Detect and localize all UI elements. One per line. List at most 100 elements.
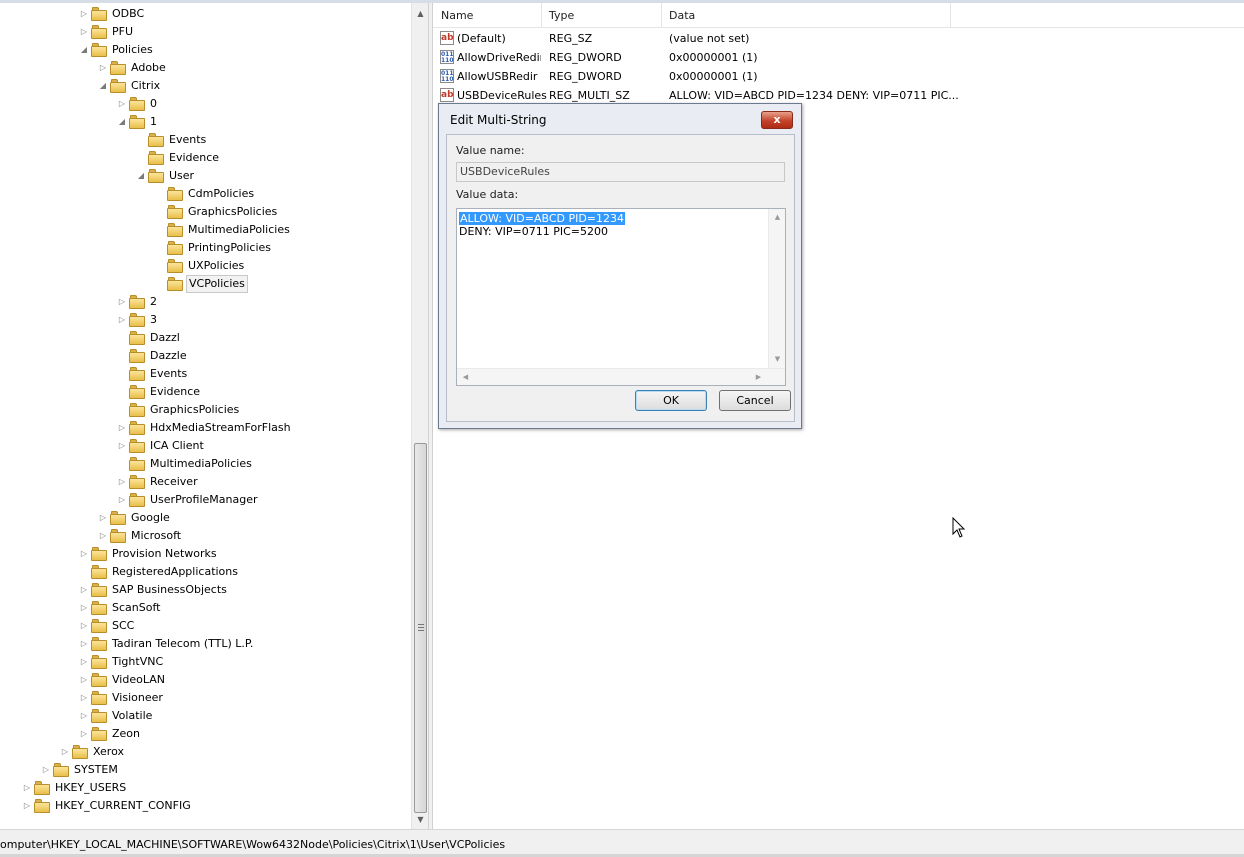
- expanded-arrow-icon[interactable]: ◢: [98, 77, 108, 95]
- tree-item-label[interactable]: HdxMediaStreamForFlash: [148, 419, 293, 437]
- tree-item-label[interactable]: Events: [167, 131, 208, 149]
- tree-item-label[interactable]: UserProfileManager: [148, 491, 260, 509]
- expanded-arrow-icon[interactable]: ◢: [117, 113, 127, 131]
- collapsed-arrow-icon[interactable]: ▷: [79, 689, 89, 707]
- collapsed-arrow-icon[interactable]: ▷: [98, 509, 108, 527]
- tree-item-label[interactable]: Receiver: [148, 473, 200, 491]
- collapsed-arrow-icon[interactable]: ▷: [79, 581, 89, 599]
- tree-item-label[interactable]: Evidence: [148, 383, 202, 401]
- tree-item-label[interactable]: Visioneer: [110, 689, 165, 707]
- collapsed-arrow-icon[interactable]: ▷: [79, 617, 89, 635]
- value-name-field[interactable]: USBDeviceRules: [456, 162, 785, 182]
- tree-item-label[interactable]: HKEY_CURRENT_CONFIG: [53, 797, 193, 815]
- tree-item-label[interactable]: MultimediaPolicies: [148, 455, 254, 473]
- collapsed-arrow-icon[interactable]: ▷: [79, 545, 89, 563]
- collapsed-arrow-icon[interactable]: ▷: [98, 527, 108, 545]
- collapsed-arrow-icon[interactable]: ▷: [98, 59, 108, 77]
- value-row-allowdriveredir[interactable]: 011 110 AllowDriveRedir REG_DWORD 0x00000…: [433, 48, 1244, 67]
- collapsed-arrow-icon[interactable]: ▷: [117, 491, 127, 509]
- scroll-left-arrow-icon[interactable]: ◀: [457, 369, 474, 386]
- collapsed-arrow-icon[interactable]: ▷: [60, 743, 70, 761]
- collapsed-arrow-icon[interactable]: ▷: [79, 653, 89, 671]
- value-data-line[interactable]: DENY: VIP=0711 PIC=5200: [459, 225, 767, 238]
- scroll-right-arrow-icon[interactable]: ▶: [750, 369, 767, 386]
- tree-item-label[interactable]: User: [167, 167, 196, 185]
- value-data-line-selected[interactable]: ALLOW: VID=ABCD PID=1234: [459, 212, 626, 225]
- tree-item-label[interactable]: Adobe: [129, 59, 168, 77]
- scrollbar-thumb[interactable]: [414, 443, 427, 813]
- tree-item-label[interactable]: RegisteredApplications: [110, 563, 240, 581]
- collapsed-arrow-icon[interactable]: ▷: [117, 311, 127, 329]
- scroll-down-arrow-icon[interactable]: ▼: [769, 351, 786, 368]
- tree-item-label[interactable]: GraphicsPolicies: [148, 401, 241, 419]
- tree-item-label[interactable]: CdmPolicies: [186, 185, 256, 203]
- tree-item-label[interactable]: ScanSoft: [110, 599, 162, 617]
- tree-item-label[interactable]: Zeon: [110, 725, 142, 743]
- tree-item-label[interactable]: GraphicsPolicies: [186, 203, 279, 221]
- tree-item-label[interactable]: 2: [148, 293, 159, 311]
- tree-item-label[interactable]: Google: [129, 509, 172, 527]
- collapsed-arrow-icon[interactable]: ▷: [117, 293, 127, 311]
- tree-item-label[interactable]: Evidence: [167, 149, 221, 167]
- tree-item-label[interactable]: VCPolicies: [186, 275, 248, 293]
- scroll-up-arrow-icon[interactable]: ▲: [769, 209, 786, 226]
- scroll-up-arrow-icon[interactable]: ▲: [412, 5, 428, 22]
- value-data-text[interactable]: ALLOW: VID=ABCD PID=1234 DENY: VIP=0711 …: [459, 212, 767, 368]
- collapsed-arrow-icon[interactable]: ▷: [117, 95, 127, 113]
- tree-item-label[interactable]: Policies: [110, 41, 155, 59]
- tree-item-label[interactable]: Microsoft: [129, 527, 183, 545]
- collapsed-arrow-icon[interactable]: ▷: [79, 599, 89, 617]
- tree-item-label[interactable]: Dazzle: [148, 347, 189, 365]
- tree-item-label[interactable]: SAP BusinessObjects: [110, 581, 229, 599]
- tree-item-label[interactable]: PFU: [110, 23, 135, 41]
- column-header-type[interactable]: Type: [541, 3, 662, 28]
- value-data-vertical-scrollbar[interactable]: ▲ ▼: [768, 209, 785, 368]
- tree-item-label[interactable]: ODBC: [110, 5, 146, 23]
- collapsed-arrow-icon[interactable]: ▷: [79, 5, 89, 23]
- collapsed-arrow-icon[interactable]: ▷: [22, 797, 32, 815]
- scroll-down-arrow-icon[interactable]: ▼: [412, 811, 428, 828]
- tree-item-label[interactable]: Dazzl: [148, 329, 182, 347]
- tree-item-label[interactable]: TightVNC: [110, 653, 165, 671]
- column-header-data[interactable]: Data: [661, 3, 951, 28]
- tree-item-label[interactable]: VideoLAN: [110, 671, 167, 689]
- tree-item-label[interactable]: 3: [148, 311, 159, 329]
- cancel-button[interactable]: Cancel: [719, 390, 791, 411]
- tree-item-label[interactable]: Xerox: [91, 743, 126, 761]
- tree-item-label[interactable]: Volatile: [110, 707, 154, 725]
- tree-item-label[interactable]: PrintingPolicies: [186, 239, 273, 257]
- collapsed-arrow-icon[interactable]: ▷: [117, 473, 127, 491]
- collapsed-arrow-icon[interactable]: ▷: [79, 23, 89, 41]
- collapsed-arrow-icon[interactable]: ▷: [79, 671, 89, 689]
- collapsed-arrow-icon[interactable]: ▷: [41, 761, 51, 779]
- value-data-textarea[interactable]: ALLOW: VID=ABCD PID=1234 DENY: VIP=0711 …: [456, 208, 786, 386]
- collapsed-arrow-icon[interactable]: ▷: [79, 707, 89, 725]
- tree-item-label[interactable]: 0: [148, 95, 159, 113]
- value-data-horizontal-scrollbar[interactable]: ◀ ▶: [457, 368, 785, 385]
- close-button[interactable]: x: [761, 111, 793, 129]
- ok-button[interactable]: OK: [635, 390, 707, 411]
- value-row-default[interactable]: ab (Default) REG_SZ (value not set): [433, 29, 1244, 48]
- collapsed-arrow-icon[interactable]: ▷: [117, 437, 127, 455]
- collapsed-arrow-icon[interactable]: ▷: [117, 419, 127, 437]
- tree-item-label[interactable]: 1: [148, 113, 159, 131]
- tree-item-label[interactable]: Events: [148, 365, 189, 383]
- tree-item-label[interactable]: SYSTEM: [72, 761, 120, 779]
- collapsed-arrow-icon[interactable]: ▷: [79, 635, 89, 653]
- tree-item-label[interactable]: SCC: [110, 617, 136, 635]
- collapsed-arrow-icon[interactable]: ▷: [22, 779, 32, 797]
- tree-item-label[interactable]: Tadiran Telecom (TTL) L.P.: [110, 635, 255, 653]
- tree-item-label[interactable]: Citrix: [129, 77, 162, 95]
- expanded-arrow-icon[interactable]: ◢: [79, 41, 89, 59]
- collapsed-arrow-icon[interactable]: ▷: [79, 725, 89, 743]
- value-row-allowusbredir[interactable]: 011 110 AllowUSBRedir REG_DWORD 0x0000000…: [433, 67, 1244, 86]
- tree-item-label[interactable]: Provision Networks: [110, 545, 219, 563]
- tree-item-label[interactable]: UXPolicies: [186, 257, 246, 275]
- tree-item-label[interactable]: MultimediaPolicies: [186, 221, 292, 239]
- value-data: 0x00000001 (1): [669, 70, 758, 83]
- tree-vertical-scrollbar[interactable]: ▲ ▼: [411, 3, 428, 829]
- tree-item-label[interactable]: ICA Client: [148, 437, 206, 455]
- column-header-name[interactable]: Name: [433, 3, 542, 28]
- expanded-arrow-icon[interactable]: ◢: [136, 167, 146, 185]
- tree-item-label[interactable]: HKEY_USERS: [53, 779, 128, 797]
